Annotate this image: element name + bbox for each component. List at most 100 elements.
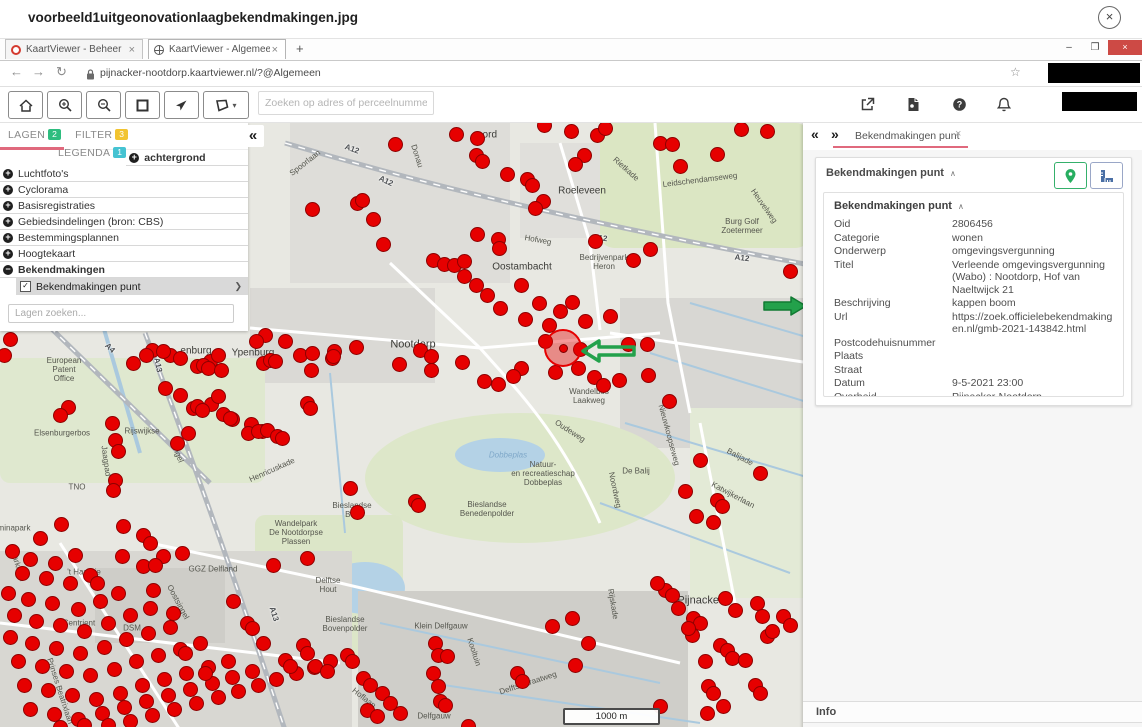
bekendmaking-dot[interactable] [101,616,116,631]
bekendmaking-dot[interactable] [256,636,271,651]
bekendmaking-dot[interactable] [249,334,264,349]
tab-legenda[interactable]: LEGENDA1 [58,147,126,159]
bekendmaking-dot[interactable] [515,674,530,689]
bekendmaking-dot[interactable] [198,666,213,681]
bekendmaking-dot[interactable] [106,483,121,498]
bekendmaking-dot[interactable] [123,608,138,623]
bekendmaking-dot[interactable] [525,178,540,193]
bekendmaking-dot[interactable] [753,686,768,701]
bekendmaking-dot[interactable] [39,571,54,586]
bekendmaking-dot[interactable] [370,709,385,724]
bekendmaking-dot[interactable] [518,312,533,327]
bekendmaking-dot[interactable] [156,344,171,359]
bekendmaking-dot[interactable] [126,356,141,371]
bekendmaking-dot[interactable] [449,127,464,142]
zoom-in-button[interactable] [47,91,82,119]
layer-item[interactable]: +Cyclorama [0,182,248,198]
bekendmaking-dot[interactable] [470,131,485,146]
bekendmaking-dot[interactable] [148,558,163,573]
bekendmaking-dot[interactable] [143,601,158,616]
bekendmaking-dot[interactable] [565,295,580,310]
bekendmaking-dot[interactable] [54,517,69,532]
bekendmaking-dot[interactable] [565,611,580,626]
layer-item[interactable]: −Bekendmakingen [0,262,248,278]
bekendmaking-dot[interactable] [303,401,318,416]
layer-item[interactable]: +Bestemmingsplannen [0,230,248,246]
bekendmaking-dot[interactable] [173,351,188,366]
bekendmaking-dot[interactable] [662,394,677,409]
zoom-extent-button[interactable] [125,91,160,119]
layer-item[interactable]: +achtergrond [126,150,248,166]
bekendmaking-dot[interactable] [65,688,80,703]
bekendmaking-dot[interactable] [266,558,281,573]
bekendmaking-dot[interactable] [166,606,181,621]
bekendmaking-dot[interactable] [245,621,260,636]
bekendmaking-dot[interactable] [163,620,178,635]
tab-close-icon[interactable]: × [270,44,280,56]
bekendmaking-dot[interactable] [1,586,16,601]
notifications-button[interactable] [993,94,1015,114]
bekendmaking-dot[interactable] [283,659,298,674]
bekendmaking-dot[interactable] [173,388,188,403]
bekendmaking-dot[interactable] [73,646,88,661]
bekendmaking-dot[interactable] [23,552,38,567]
bekendmaking-dot[interactable] [621,337,636,352]
bekendmaking-dot[interactable] [596,378,611,393]
browser-tab[interactable]: KaartViewer - Beheer× [5,39,143,59]
bekendmaking-dot[interactable] [71,602,86,617]
new-tab-button[interactable]: + [296,39,304,58]
browser-tab[interactable]: KaartViewer - Algemeen× [148,39,286,59]
back-icon[interactable]: ← [10,64,23,79]
bekendmaking-dot[interactable] [53,618,68,633]
bekendmaking-dot[interactable] [5,544,20,559]
bekendmaking-dot[interactable] [753,466,768,481]
bekendmaking-dot[interactable] [111,586,126,601]
bekendmaking-dot[interactable] [93,594,108,609]
bekendmaking-dot[interactable] [211,690,226,705]
bekendmaking-dot[interactable] [83,668,98,683]
collapse-layer-icon[interactable]: − [3,265,13,275]
layer-search-input[interactable] [8,304,234,323]
bekendmaking-dot[interactable] [457,254,472,269]
bekendmaking-dot[interactable] [123,714,138,727]
bekendmaking-dot[interactable] [392,357,407,372]
bekendmaking-dot[interactable] [117,700,132,715]
bekendmaking-dot[interactable] [25,636,40,651]
bookmark-star-icon[interactable]: ☆ [1010,65,1021,79]
checkbox-checked-icon[interactable]: ✓ [20,281,31,292]
bekendmaking-dot[interactable] [223,411,238,426]
expand-layer-icon[interactable]: + [3,169,13,179]
bekendmaking-dot[interactable] [457,269,472,284]
bekendmaking-dot[interactable] [116,519,131,534]
bekendmaking-dot[interactable] [455,355,470,370]
bekendmaking-dot[interactable] [716,699,731,714]
bekendmaking-dot[interactable] [15,566,30,581]
tab-close-icon[interactable]: × [127,44,137,56]
bekendmaking-dot[interactable] [115,549,130,564]
bekendmaking-dot[interactable] [603,309,618,324]
bekendmaking-dot[interactable] [783,264,798,279]
bekendmaking-dot[interactable] [760,124,775,139]
bekendmaking-dot[interactable] [493,301,508,316]
collapse-panel-icon[interactable]: « [811,126,819,142]
bekendmaking-dot[interactable] [765,624,780,639]
bekendmaking-dot[interactable] [119,632,134,647]
bekendmaking-dot[interactable] [376,237,391,252]
bekendmaking-dot[interactable] [671,601,686,616]
expand-layer-icon[interactable]: + [3,217,13,227]
bekendmaking-dot[interactable] [141,626,156,641]
bekendmaking-dot[interactable] [715,499,730,514]
bekendmaking-dot[interactable] [475,154,490,169]
bekendmaking-dot[interactable] [710,147,725,162]
bekendmaking-dot[interactable] [145,708,160,723]
layer-item[interactable]: +Basisregistraties [0,198,248,214]
bekendmaking-dot[interactable] [783,618,798,633]
tab-filter[interactable]: FILTER3 [75,129,128,141]
bekendmaking-dot[interactable] [107,662,122,677]
bekendmaking-dot[interactable] [689,509,704,524]
bekendmaking-dot[interactable] [29,614,44,629]
expand-layer-icon[interactable]: + [3,201,13,211]
minimize-button[interactable]: – [1056,40,1082,55]
expand-panel-icon[interactable]: » [831,126,839,142]
bekendmaking-dot[interactable] [564,124,579,139]
